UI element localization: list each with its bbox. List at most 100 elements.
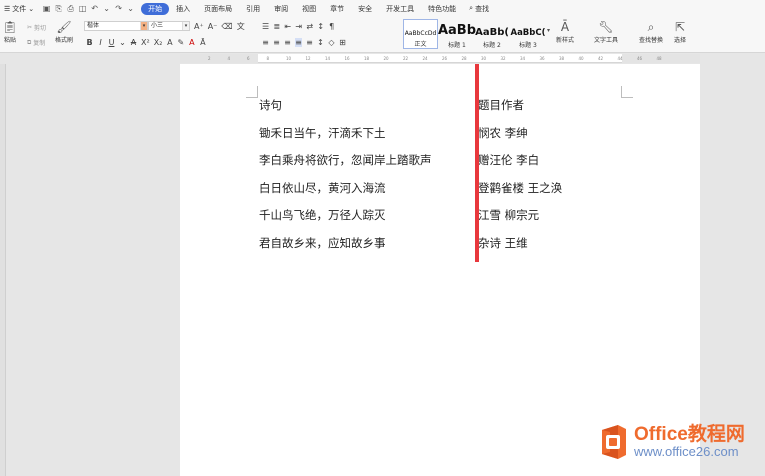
ribbon-tab[interactable]: 视图: [295, 3, 323, 15]
clear-format-icon[interactable]: ⌫: [221, 22, 232, 31]
text-line[interactable]: 杂诗 王维: [478, 230, 562, 258]
horizontal-ruler[interactable]: 2 4 6 8 10 12 14 16 18 20 22 24 26 28 30 32 34 36 38 40 42 44…: [180, 54, 700, 63]
style-gallery-more[interactable]: ▾: [547, 27, 550, 34]
text-column-titles[interactable]: 题目作者 悯农 李绅 赠汪伦 李白 登鹳雀楼 王之涣 江雪 柳宗元 杂诗 王维: [478, 92, 562, 257]
text-line[interactable]: 千山鸟飞绝，万径人踪灭: [259, 202, 432, 230]
shrink-font-icon[interactable]: A⁻: [208, 22, 218, 31]
text-line[interactable]: 赠汪伦 李白: [478, 147, 562, 175]
bullet-list-icon[interactable]: ☰: [262, 22, 269, 31]
phonetic-icon[interactable]: 文: [237, 21, 245, 32]
font-size-value: 小三: [151, 22, 164, 29]
ribbon-tab[interactable]: 页面布局: [197, 3, 239, 15]
decrease-indent-icon[interactable]: ⇤: [284, 22, 291, 31]
text-line[interactable]: 题目作者: [478, 92, 562, 120]
distribute-icon[interactable]: ≡: [306, 38, 313, 47]
align-center-icon[interactable]: ≡: [273, 38, 280, 47]
ribbon-tab[interactable]: 引用: [239, 3, 267, 15]
borders-icon[interactable]: ⊞: [339, 38, 346, 47]
font-name-select[interactable]: 楷体 ▾: [84, 21, 148, 31]
justify-icon[interactable]: ≡: [295, 37, 302, 47]
line-spacing-icon[interactable]: ↕: [317, 38, 324, 47]
italic-icon[interactable]: I: [97, 38, 104, 47]
text-effect-icon[interactable]: A: [166, 38, 173, 47]
ribbon-tab[interactable]: 安全: [351, 3, 379, 15]
watermark-name: Office教程网: [634, 424, 745, 445]
cut-button[interactable]: ✂ 剪切: [27, 23, 46, 32]
vertical-ruler[interactable]: [0, 64, 6, 476]
align-right-icon[interactable]: ≡: [284, 38, 291, 47]
bold-icon[interactable]: B: [86, 38, 93, 47]
font-color-icon[interactable]: A: [188, 38, 195, 47]
ruler-tick-label: 36: [539, 56, 545, 61]
ribbon-tab[interactable]: 审阅: [267, 3, 295, 15]
style-preview: AaBb: [437, 23, 477, 38]
font-style-tools: B I U ⌄ A X² X₂ A ✎ A Ā: [86, 37, 206, 47]
subscript-icon[interactable]: X₂: [154, 38, 163, 47]
document-page[interactable]: 诗句 锄禾日当午，汗滴禾下土 李白乘舟将欲行，忽闻岸上踏歌声 白日依山尽，黄河入海流千…: [180, 64, 700, 476]
highlight-icon[interactable]: ✎: [177, 38, 185, 47]
copy-button[interactable]: ⧉ 复制: [27, 38, 45, 48]
text-line[interactable]: 锄禾日当午，汗滴禾下土: [259, 120, 432, 148]
superscript-icon[interactable]: X²: [141, 38, 150, 47]
format-painter-button[interactable]: 🖌︎ 格式刷: [55, 20, 73, 44]
chevron-down-icon: ▾: [140, 22, 147, 30]
text-line[interactable]: 悯农 李绅: [478, 120, 562, 148]
show-marks-icon[interactable]: ¶: [328, 22, 335, 31]
text-line[interactable]: 江雪 柳宗元: [478, 202, 562, 230]
file-menu-button[interactable]: ☰ 文件 ⌄: [0, 4, 38, 14]
numbered-list-icon[interactable]: ≣: [273, 22, 280, 31]
copy-icon: ⧉: [27, 38, 32, 46]
ruler-tick-label: 34: [520, 56, 526, 61]
text-line[interactable]: 白日依山尽，黄河入海流: [259, 175, 432, 203]
undo-dropdown-icon[interactable]: ⌄: [102, 4, 111, 13]
save-icon[interactable]: ▣: [42, 4, 51, 13]
select-button[interactable]: ⇱ 选择: [673, 20, 687, 44]
ribbon-tab[interactable]: 开发工具: [379, 3, 421, 15]
ruler-tick-label: 38: [559, 56, 565, 61]
sort-icon[interactable]: ↕: [317, 22, 324, 31]
chinese-layout-icon[interactable]: ⇄: [306, 22, 313, 31]
text-line[interactable]: 登鹳雀楼 王之涣: [478, 175, 562, 203]
font-size-select[interactable]: 小三 ▾: [148, 21, 190, 31]
menu-bar: ☰ 文件 ⌄ ▣ ⎘ ⎙ ◫ ↶ ⌄ ↷ ⌄ 开始 插入 页面布局 引用 审阅 视图 章节安…: [0, 0, 765, 17]
strikethrough-icon[interactable]: A: [130, 38, 137, 47]
text-tools-button[interactable]: 🔧︎ 文字工具: [594, 20, 618, 44]
ribbon-tab[interactable]: 章节: [323, 3, 351, 15]
style-normal[interactable]: AaBbCcDd 正文: [403, 19, 438, 49]
style-heading-2[interactable]: AaBb( 标题 2: [475, 19, 509, 49]
increase-indent-icon[interactable]: ⇥: [295, 22, 302, 31]
font-name-value: 楷体: [87, 22, 100, 29]
underline-icon[interactable]: U: [108, 38, 115, 47]
undo-icon[interactable]: ↶: [90, 4, 99, 13]
find-replace-button[interactable]: ⌕ 查找替换: [639, 20, 663, 45]
grow-font-icon[interactable]: A⁺: [194, 22, 204, 31]
text-line[interactable]: 君自故乡来，应知故乡事: [259, 230, 432, 258]
print-icon[interactable]: ⎙: [66, 4, 75, 13]
hamburger-icon: ☰: [4, 4, 11, 13]
chevron-down-icon[interactable]: ⌄: [119, 38, 126, 47]
align-left-icon[interactable]: ≡: [262, 38, 269, 47]
ribbon-tab[interactable]: 插入: [169, 3, 197, 15]
preview-icon[interactable]: ◫: [78, 4, 87, 13]
style-preview: AaBbCcDd: [404, 30, 437, 37]
ruler-tick-label: 18: [364, 56, 370, 61]
export-icon[interactable]: ⎘: [54, 4, 63, 13]
ruler-tick-label: 40: [578, 56, 584, 61]
paste-button[interactable]: 📋︎ 粘贴: [2, 20, 17, 44]
ruler-tick-label: 48: [656, 56, 662, 61]
highlight-marker-bar: [475, 64, 479, 262]
customize-toolbar-icon[interactable]: ⌄: [126, 4, 135, 13]
redo-icon[interactable]: ↷: [114, 4, 123, 13]
style-heading-3[interactable]: AaBbC( 标题 3: [510, 19, 546, 49]
text-line[interactable]: 诗句: [259, 92, 432, 120]
ribbon-tab[interactable]: 特色功能: [421, 3, 463, 15]
char-shading-icon[interactable]: Ā: [199, 38, 206, 47]
new-style-button[interactable]: Ā 新样式: [556, 20, 574, 44]
ribbon-tab[interactable]: 开始: [141, 2, 170, 15]
text-column-poems[interactable]: 诗句 锄禾日当午，汗滴禾下土 李白乘舟将欲行，忽闻岸上踏歌声 白日依山尽，黄河入海流千…: [259, 92, 432, 257]
align-tools: ≡ ≡ ≡ ≡ ≡ ↕ ◇ ⊞: [262, 37, 346, 47]
text-line[interactable]: 李白乘舟将欲行，忽闻岸上踏歌声: [259, 147, 432, 175]
search-command[interactable]: ⌕ 查找: [469, 4, 489, 14]
style-heading-1[interactable]: AaBb 标题 1: [437, 19, 477, 49]
shading-icon[interactable]: ◇: [328, 38, 335, 47]
